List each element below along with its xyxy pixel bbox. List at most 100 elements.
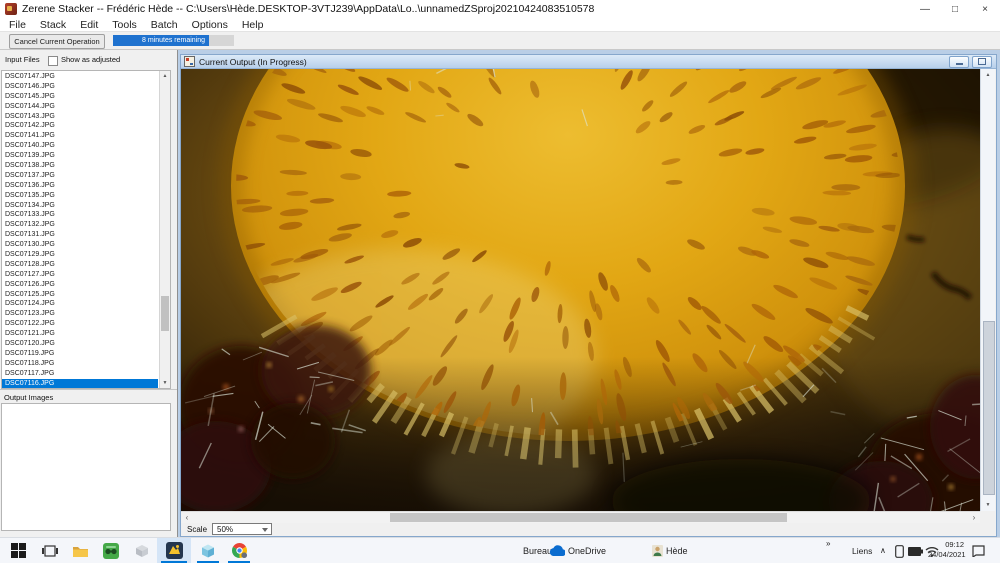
menu-item-stack[interactable]: Stack bbox=[33, 19, 73, 31]
file-list-item[interactable]: DSC07145.JPG bbox=[2, 92, 158, 102]
menu-item-options[interactable]: Options bbox=[185, 19, 235, 31]
menu-bar: FileStackEditToolsBatchOptionsHelp bbox=[0, 18, 1000, 32]
menu-item-edit[interactable]: Edit bbox=[73, 19, 105, 31]
battery-icon[interactable] bbox=[908, 547, 923, 556]
viewer-vertical-scrollbar[interactable]: ▲ ▼ bbox=[980, 69, 995, 511]
image-document-icon bbox=[184, 56, 195, 67]
scroll-up-icon[interactable]: ▲ bbox=[160, 73, 170, 79]
file-list-item[interactable]: DSC07122.JPG bbox=[2, 319, 158, 329]
file-list-item[interactable]: DSC07120.JPG bbox=[2, 339, 158, 349]
chevron-down-icon bbox=[262, 528, 268, 532]
progress-remaining-text: 8 minutes remaining bbox=[113, 35, 234, 46]
vertical-scroll-thumb[interactable] bbox=[983, 321, 995, 495]
file-list-scroll-thumb[interactable] bbox=[161, 296, 169, 331]
zerene-stacker-taskbar-button[interactable] bbox=[157, 538, 191, 563]
file-list-item[interactable]: DSC07130.JPG bbox=[2, 240, 158, 250]
file-list-item[interactable]: DSC07143.JPG bbox=[2, 112, 158, 122]
maximize-button[interactable]: □ bbox=[940, 0, 970, 18]
output-images-list bbox=[1, 403, 171, 531]
file-list-item[interactable]: DSC07136.JPG bbox=[2, 181, 158, 191]
file-list-item[interactable]: DSC07144.JPG bbox=[2, 102, 158, 112]
chrome-button[interactable] bbox=[225, 538, 253, 563]
window-title: Zerene Stacker -- Frédéric Hède -- C:\Us… bbox=[22, 3, 594, 15]
binoculars-app-button[interactable] bbox=[97, 538, 125, 563]
scroll-down-icon[interactable]: ▼ bbox=[160, 380, 170, 386]
cancel-operation-button[interactable]: Cancel Current Operation bbox=[9, 34, 105, 49]
input-file-list: DSC07147.JPGDSC07146.JPGDSC07145.JPGDSC0… bbox=[2, 72, 158, 389]
scale-select[interactable]: 50% bbox=[212, 523, 272, 535]
dropbox-app-button[interactable] bbox=[128, 538, 156, 563]
file-list-item[interactable]: DSC07131.JPG bbox=[2, 230, 158, 240]
file-explorer-button[interactable] bbox=[66, 538, 94, 563]
viewer-maximize-button[interactable] bbox=[972, 56, 992, 68]
scroll-down-icon[interactable]: ▼ bbox=[981, 502, 995, 508]
file-list-item[interactable]: DSC07121.JPG bbox=[2, 329, 158, 339]
viewer-minimize-button[interactable] bbox=[949, 56, 969, 68]
liens-toolbar-label[interactable]: Liens bbox=[852, 546, 872, 556]
menu-item-file[interactable]: File bbox=[2, 19, 33, 31]
current-output-image[interactable] bbox=[181, 69, 980, 511]
close-button[interactable]: × bbox=[970, 0, 1000, 18]
chrome-icon bbox=[231, 542, 248, 559]
hidden-icons-chevron[interactable]: ∧ bbox=[880, 546, 886, 555]
file-list-item[interactable]: DSC07116.JPG bbox=[2, 379, 158, 389]
horizontal-scroll-thumb[interactable] bbox=[390, 513, 787, 522]
file-list-item[interactable]: DSC07126.JPG bbox=[2, 280, 158, 290]
desktop-screen: Zerene Stacker -- Frédéric Hède -- C:\Us… bbox=[0, 0, 1000, 563]
file-list-item[interactable]: DSC07124.JPG bbox=[2, 299, 158, 309]
mdi-client-area: Current Output (In Progress) bbox=[178, 50, 1000, 537]
cube-app-button[interactable] bbox=[194, 538, 222, 563]
window-controls: — □ × bbox=[910, 0, 1000, 18]
menu-item-batch[interactable]: Batch bbox=[144, 19, 185, 31]
file-list-item[interactable]: DSC07129.JPG bbox=[2, 250, 158, 260]
file-list-item[interactable]: DSC07125.JPG bbox=[2, 290, 158, 300]
file-list-item[interactable]: DSC07117.JPG bbox=[2, 369, 158, 379]
scale-value: 50% bbox=[217, 525, 233, 534]
file-list-item[interactable]: DSC07138.JPG bbox=[2, 161, 158, 171]
phone-icon[interactable] bbox=[895, 545, 904, 558]
file-list-item[interactable]: DSC07141.JPG bbox=[2, 131, 158, 141]
file-list-item[interactable]: DSC07146.JPG bbox=[2, 82, 158, 92]
onedrive-toolbar-label[interactable]: OneDrive bbox=[568, 546, 606, 556]
file-list-item[interactable]: DSC07118.JPG bbox=[2, 359, 158, 369]
file-list-item[interactable]: DSC07119.JPG bbox=[2, 349, 158, 359]
viewer-window-controls bbox=[949, 56, 992, 68]
input-file-list-container: DSC07147.JPGDSC07146.JPGDSC07145.JPGDSC0… bbox=[1, 70, 171, 389]
onedrive-cloud-icon[interactable] bbox=[548, 545, 565, 557]
input-files-header: Input Files Show as adjusted bbox=[0, 50, 177, 70]
app-title-bar: Zerene Stacker -- Frédéric Hède -- C:\Us… bbox=[0, 0, 1000, 18]
file-list-item[interactable]: DSC07142.JPG bbox=[2, 121, 158, 131]
viewer-title-bar[interactable]: Current Output (In Progress) bbox=[181, 55, 996, 69]
action-center-icon[interactable] bbox=[972, 545, 985, 557]
file-list-item[interactable]: DSC07134.JPG bbox=[2, 201, 158, 211]
file-list-item[interactable]: DSC07123.JPG bbox=[2, 309, 158, 319]
file-list-item[interactable]: DSC07135.JPG bbox=[2, 191, 158, 201]
photo-current-output bbox=[181, 69, 980, 511]
input-files-panel: Input Files Show as adjusted DSC07147.JP… bbox=[0, 50, 178, 537]
show-as-adjusted-checkbox[interactable] bbox=[48, 56, 58, 66]
file-list-item[interactable]: DSC07133.JPG bbox=[2, 210, 158, 220]
open-box-icon bbox=[134, 543, 150, 558]
viewer-horizontal-scrollbar[interactable]: ‹ › bbox=[181, 511, 980, 523]
file-list-item[interactable]: DSC07128.JPG bbox=[2, 260, 158, 270]
file-list-item[interactable]: DSC07127.JPG bbox=[2, 270, 158, 280]
windows-logo-icon bbox=[11, 543, 26, 558]
menu-item-tools[interactable]: Tools bbox=[105, 19, 144, 31]
scroll-left-icon[interactable]: ‹ bbox=[181, 512, 193, 523]
scroll-up-icon[interactable]: ▲ bbox=[981, 72, 995, 78]
file-list-scrollbar[interactable]: ▲ ▼ bbox=[159, 71, 170, 388]
user-toolbar-label[interactable]: Hède bbox=[666, 546, 688, 556]
minimize-button[interactable]: — bbox=[910, 0, 940, 18]
toolbar-overflow-chevron[interactable]: » bbox=[826, 539, 830, 548]
file-list-item[interactable]: DSC07132.JPG bbox=[2, 220, 158, 230]
taskbar-clock[interactable]: 09:12 24/04/2021 bbox=[928, 540, 964, 562]
folder-icon bbox=[72, 544, 89, 558]
file-list-item[interactable]: DSC07140.JPG bbox=[2, 141, 158, 151]
file-list-item[interactable]: DSC07137.JPG bbox=[2, 171, 158, 181]
menu-item-help[interactable]: Help bbox=[235, 19, 271, 31]
scroll-right-icon[interactable]: › bbox=[968, 512, 980, 523]
file-list-item[interactable]: DSC07147.JPG bbox=[2, 72, 158, 82]
file-list-item[interactable]: DSC07139.JPG bbox=[2, 151, 158, 161]
task-view-button[interactable] bbox=[36, 538, 64, 563]
start-button[interactable] bbox=[4, 538, 32, 563]
